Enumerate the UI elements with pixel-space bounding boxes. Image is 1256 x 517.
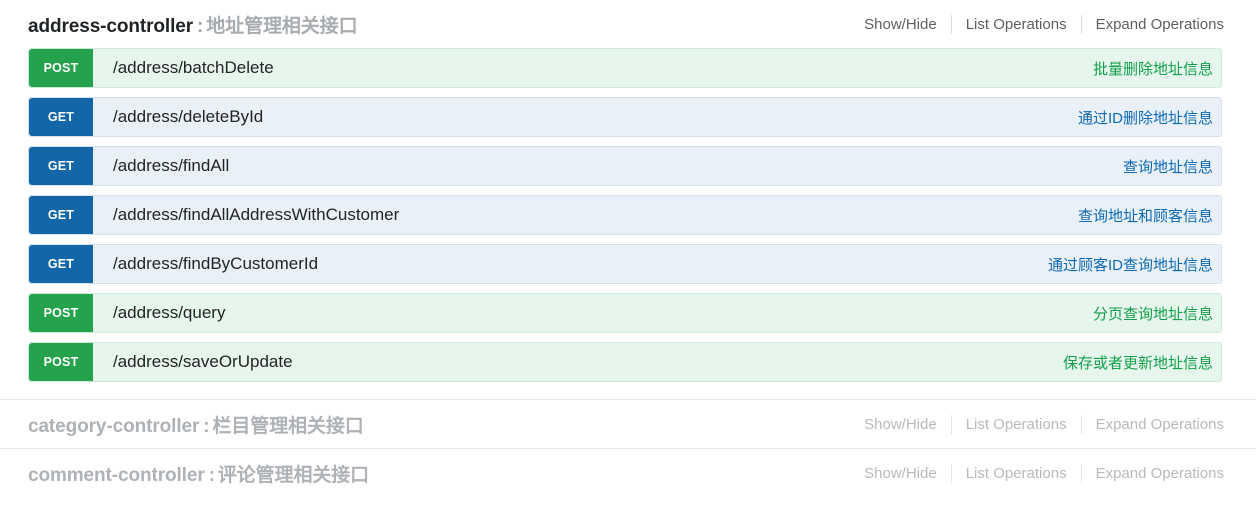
resource-header-address-controller[interactable]: address-controller: 地址管理相关接口 Show/Hide Li…	[0, 0, 1256, 48]
endpoint-row[interactable]: POST /address/saveOrUpdate 保存或者更新地址信息	[28, 342, 1222, 382]
expand-operations-link[interactable]: Expand Operations	[1082, 16, 1224, 33]
resource-name[interactable]: address-controller	[28, 16, 193, 37]
endpoint-path[interactable]: /address/saveOrUpdate	[93, 343, 1063, 381]
resource-name[interactable]: category-controller	[28, 416, 199, 437]
resource-options-category-controller: Show/Hide List Operations Expand Operati…	[864, 414, 1224, 434]
http-method-badge[interactable]: GET	[29, 196, 93, 234]
show-hide-link[interactable]: Show/Hide	[864, 16, 951, 33]
resource-options-address-controller: Show/Hide List Operations Expand Operati…	[864, 14, 1224, 34]
resource-description: 栏目管理相关接口	[212, 415, 364, 437]
endpoint-row[interactable]: GET /address/findAllAddressWithCustomer …	[28, 195, 1222, 235]
endpoint-path[interactable]: /address/findAllAddressWithCustomer	[93, 196, 1078, 234]
resource-name[interactable]: comment-controller	[28, 465, 205, 486]
http-method-badge[interactable]: POST	[29, 294, 93, 332]
endpoint-summary[interactable]: 通过顾客ID查询地址信息	[1048, 245, 1221, 283]
show-hide-link[interactable]: Show/Hide	[864, 465, 951, 482]
endpoint-path[interactable]: /address/findByCustomerId	[93, 245, 1048, 283]
endpoint-row[interactable]: GET /address/findAll 查询地址信息	[28, 146, 1222, 186]
http-method-badge[interactable]: GET	[29, 245, 93, 283]
http-method-badge[interactable]: POST	[29, 49, 93, 87]
endpoint-path[interactable]: /address/query	[93, 294, 1093, 332]
endpoint-path[interactable]: /address/batchDelete	[93, 49, 1093, 87]
endpoint-row[interactable]: POST /address/batchDelete 批量删除地址信息	[28, 48, 1222, 88]
endpoint-summary[interactable]: 保存或者更新地址信息	[1063, 343, 1221, 381]
endpoint-summary[interactable]: 通过ID删除地址信息	[1078, 98, 1221, 136]
endpoint-path[interactable]: /address/findAll	[93, 147, 1123, 185]
http-method-badge[interactable]: GET	[29, 98, 93, 136]
list-operations-link[interactable]: List Operations	[952, 465, 1081, 482]
endpoint-row[interactable]: GET /address/findByCustomerId 通过顾客ID查询地址…	[28, 244, 1222, 284]
resource-header-category-controller[interactable]: category-controller: 栏目管理相关接口 Show/Hide L…	[0, 400, 1256, 448]
endpoint-summary[interactable]: 批量删除地址信息	[1093, 49, 1221, 87]
endpoint-summary[interactable]: 查询地址和顾客信息	[1078, 196, 1221, 234]
http-method-badge[interactable]: POST	[29, 343, 93, 381]
resource-title: comment-controller: 评论管理相关接口	[28, 460, 369, 487]
endpoint-row[interactable]: GET /address/deleteById 通过ID删除地址信息	[28, 97, 1222, 137]
list-operations-link[interactable]: List Operations	[952, 416, 1081, 433]
endpoint-row[interactable]: POST /address/query 分页查询地址信息	[28, 293, 1222, 333]
resource-options-comment-controller: Show/Hide List Operations Expand Operati…	[864, 463, 1224, 483]
endpoint-summary[interactable]: 查询地址信息	[1123, 147, 1221, 185]
list-operations-link[interactable]: List Operations	[952, 16, 1081, 33]
expand-operations-link[interactable]: Expand Operations	[1082, 416, 1224, 433]
http-method-badge[interactable]: GET	[29, 147, 93, 185]
endpoint-path[interactable]: /address/deleteById	[93, 98, 1078, 136]
show-hide-link[interactable]: Show/Hide	[864, 416, 951, 433]
resource-description: 地址管理相关接口	[206, 15, 358, 37]
expand-operations-link[interactable]: Expand Operations	[1082, 465, 1224, 482]
resource-description: 评论管理相关接口	[217, 464, 370, 486]
resource-header-comment-controller[interactable]: comment-controller: 评论管理相关接口 Show/Hide Li…	[0, 449, 1256, 497]
endpoint-list-address-controller: POST /address/batchDelete 批量删除地址信息 GET /…	[0, 48, 1256, 382]
resource-separator: :	[203, 415, 210, 437]
resource-title: address-controller: 地址管理相关接口	[28, 11, 358, 38]
endpoint-summary[interactable]: 分页查询地址信息	[1093, 294, 1221, 332]
resource-title: category-controller: 栏目管理相关接口	[28, 411, 364, 438]
resource-separator: :	[197, 15, 204, 37]
resource-separator: :	[208, 464, 215, 486]
swagger-resource-list: address-controller: 地址管理相关接口 Show/Hide Li…	[0, 0, 1256, 497]
